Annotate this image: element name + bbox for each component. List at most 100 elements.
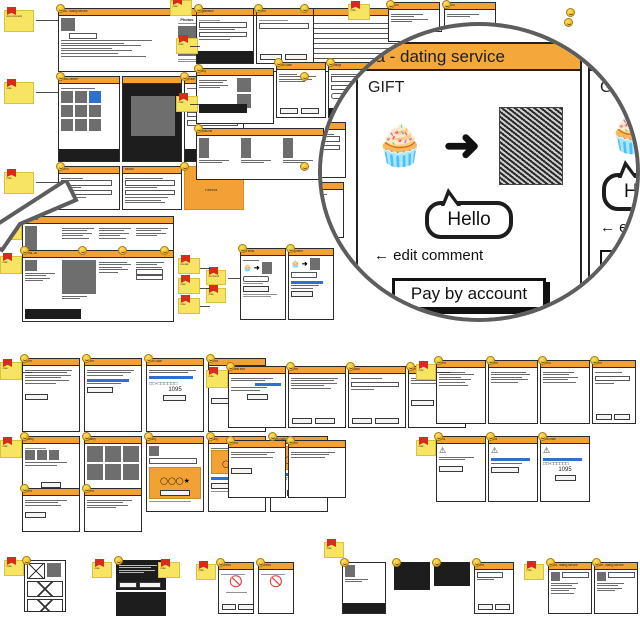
anchor-badge[interactable] — [268, 432, 277, 441]
anchor-badge[interactable] — [566, 8, 575, 17]
anchor-badge[interactable] — [194, 64, 203, 73]
screen-thumbnail[interactable] — [122, 76, 182, 162]
keyboard[interactable] — [116, 592, 166, 616]
screen-thumbnail[interactable]: search — [122, 166, 182, 210]
screen-thumbnail[interactable]: results list — [196, 128, 324, 180]
screen-thumbnail[interactable]: terms — [22, 358, 80, 432]
anchor-badge[interactable] — [340, 558, 349, 567]
anchor-badge[interactable] — [564, 18, 573, 27]
screen-thumbnail[interactable]: settings — [322, 122, 346, 178]
sticky-note[interactable]: comment — [206, 267, 226, 285]
anchor-badge[interactable] — [82, 484, 91, 493]
anchor-badge[interactable] — [274, 58, 283, 67]
screen-thumbnail[interactable]: terms — [84, 488, 142, 532]
anchor-badge[interactable] — [406, 362, 415, 371]
screen-thumbnail[interactable] — [390, 26, 442, 32]
anchor-badge[interactable] — [56, 162, 65, 171]
anchor-badge[interactable] — [432, 558, 441, 567]
anchor-badge[interactable] — [386, 0, 395, 9]
sticky-note[interactable]: note — [0, 437, 22, 458]
screen-thumbnail[interactable]: ...ba - dating service — [594, 562, 638, 614]
screen-thumbnail[interactable]: terms — [22, 488, 80, 532]
screen-thumbnail[interactable]: blocked 🚫 — [258, 562, 294, 614]
screen-thumbnail[interactable]: rating ◯◯◯★ — [146, 436, 204, 512]
cancel-button[interactable] — [285, 54, 307, 60]
screen-thumbnail[interactable]: terms — [228, 440, 286, 498]
screen-thumbnail[interactable]: error ⚠ — [488, 436, 538, 502]
anchor-badge[interactable] — [22, 556, 31, 565]
screen-thumbnail[interactable]: terms — [288, 440, 346, 498]
magnified-screen-primary[interactable]: ba - dating service GIFT 🧁 ➜ Hello ← edi… — [356, 42, 582, 318]
screen-thumbnail[interactable]: terms — [488, 360, 538, 424]
dialog-panel[interactable] — [394, 562, 430, 590]
rating-panel[interactable]: ◯◯◯★ — [149, 466, 201, 499]
anchor-badge[interactable] — [226, 436, 235, 445]
anchor-badge[interactable] — [286, 436, 295, 445]
selected-row[interactable] — [87, 378, 129, 382]
anchor-badge[interactable] — [20, 354, 29, 363]
anchor-badge[interactable] — [472, 558, 481, 567]
anchor-badge[interactable] — [538, 432, 547, 441]
screen-thumbnail[interactable] — [342, 562, 386, 614]
sticky-note[interactable]: note — [524, 561, 544, 580]
sticky-note[interactable]: note — [178, 275, 200, 294]
screen-thumbnail[interactable]: sms code □□-□□□□□□ 1095 — [146, 358, 204, 432]
edit-comment-link[interactable]: ← edit comment — [374, 247, 580, 264]
screen-thumbnail[interactable] — [434, 562, 470, 614]
screen-thumbnail[interactable]: error ⚠ — [436, 436, 486, 502]
screen-thumbnail[interactable]: ...ba - dating service — [548, 562, 592, 614]
anchor-badge[interactable] — [592, 558, 601, 567]
pay-by-account-button[interactable]: Pay b — [600, 250, 636, 272]
anchor-badge[interactable] — [216, 558, 225, 567]
anchor-badge[interactable] — [206, 354, 215, 363]
anchor-badge[interactable] — [144, 432, 153, 441]
pay-button[interactable] — [243, 286, 269, 293]
anchor-badge[interactable] — [434, 356, 443, 365]
anchor-badge[interactable] — [114, 556, 123, 565]
anchor-badge[interactable] — [118, 246, 127, 255]
screen-thumbnail[interactable]: menu — [540, 360, 590, 424]
anchor-badge[interactable] — [180, 162, 189, 171]
screen-thumbnail[interactable]: terms — [288, 366, 346, 428]
anchor-badge[interactable] — [486, 356, 495, 365]
anchor-badge[interactable] — [56, 4, 65, 13]
screen-thumbnail[interactable]: terms — [436, 360, 486, 424]
sticky-note[interactable]: note — [178, 295, 200, 314]
sticky-note[interactable]: note — [206, 285, 226, 303]
edit-comment-link[interactable]: ← edit — [600, 219, 636, 236]
sticky-note[interactable]: note — [92, 559, 112, 578]
sticky-note[interactable]: note — [158, 559, 180, 578]
anchor-badge[interactable] — [56, 72, 65, 81]
photo[interactable] — [131, 96, 175, 136]
anchor-badge[interactable] — [160, 246, 169, 255]
screen-thumbnail[interactable]: blocked 🚫 — [218, 562, 254, 614]
anchor-badge[interactable] — [434, 432, 443, 441]
anchor-badge[interactable] — [300, 162, 309, 171]
sticky-note[interactable]: remark — [178, 255, 200, 274]
screen-thumbnail[interactable]: rating — [196, 68, 274, 124]
anchor-badge[interactable] — [256, 558, 265, 567]
screen-thumbnail[interactable]: sms code ⚠ □□-□□□□□□ 1095 — [540, 436, 590, 502]
screen-thumbnail[interactable]: registration — [196, 8, 254, 64]
anchor-badge[interactable] — [20, 484, 29, 493]
sticky-note[interactable]: note — [416, 361, 436, 380]
anchor-badge[interactable] — [194, 4, 203, 13]
anchor-badge[interactable] — [82, 354, 91, 363]
anchor-badge[interactable] — [300, 4, 309, 13]
screen-thumbnail[interactable] — [394, 562, 430, 614]
anchor-badge[interactable] — [206, 432, 215, 441]
anchor-badge[interactable] — [346, 362, 355, 371]
comment-bubble[interactable]: Hello — [425, 188, 513, 239]
anchor-badge[interactable] — [226, 362, 235, 371]
screen-thumbnail[interactable]: profile edit — [228, 366, 286, 428]
screen-thumbnail[interactable]: terms — [474, 562, 514, 614]
sticky-note[interactable]: note — [206, 367, 228, 388]
sticky-note[interactable]: note — [0, 359, 22, 380]
screen-thumbnail[interactable]: search — [348, 366, 406, 428]
selected-item[interactable] — [89, 90, 101, 103]
screen-thumbnail[interactable]: terms — [84, 358, 142, 432]
screen-thumbnail[interactable] — [24, 560, 66, 612]
pay-by-account-button[interactable]: Pay by account — [391, 278, 547, 310]
anchor-badge[interactable] — [180, 72, 189, 81]
anchor-badge[interactable] — [442, 0, 451, 9]
